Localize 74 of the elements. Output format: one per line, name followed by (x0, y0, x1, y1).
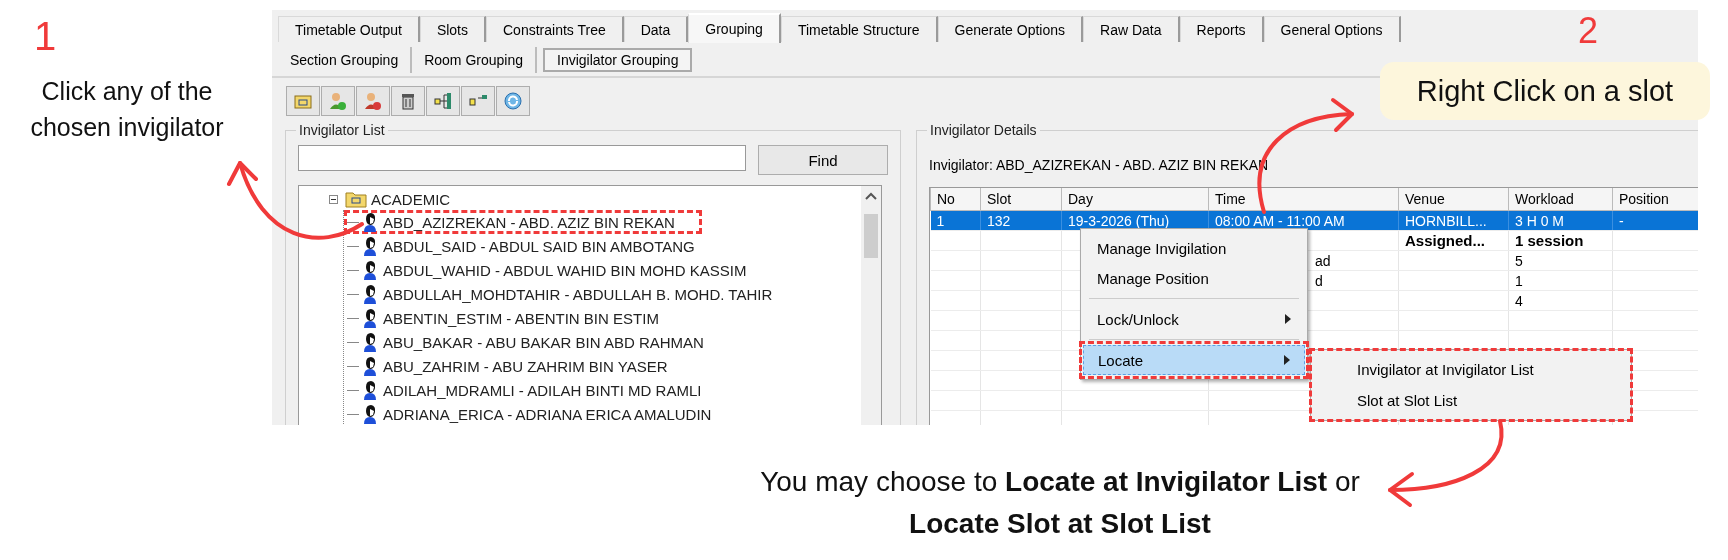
tab[interactable]: Reports (1179, 16, 1264, 42)
chevron-up-icon (865, 192, 877, 200)
toolbar-button[interactable] (356, 86, 390, 116)
tree-item[interactable]: ABD_AZIZREKAN - ABD. AZIZ BIN REKAN (344, 210, 702, 234)
table-cell: HORNBILL... (1405, 212, 1487, 229)
column-header[interactable]: Position (1612, 188, 1698, 211)
scrollbar-thumb[interactable] (864, 214, 878, 258)
group-title: Invigilator List (296, 122, 388, 138)
tab[interactable]: Generate Options (937, 16, 1084, 42)
table-cell: 08:00 AM - 11:00 AM (1215, 212, 1345, 229)
menu-item[interactable]: Slot at Slot List (1311, 385, 1631, 416)
refresh-icon (502, 90, 524, 112)
collapse-toggle[interactable] (329, 194, 338, 204)
column-header[interactable]: No (930, 188, 981, 211)
tab[interactable]: Section Grouping (278, 47, 413, 73)
callout-text: Right Click on a slot (1380, 62, 1710, 120)
table-cell: 4 (1508, 290, 1613, 311)
tab[interactable]: Timetable Structure (780, 16, 938, 42)
hierarchy-icon (432, 90, 454, 112)
toolbar-button[interactable] (391, 86, 425, 116)
person-icon (361, 404, 379, 424)
table-cell: 1 session (1508, 230, 1613, 251)
search-field[interactable] (298, 145, 746, 171)
tab[interactable]: Grouping (688, 13, 781, 43)
tree-item[interactable]: ACADEMIC (371, 190, 451, 208)
find-button[interactable]: Find (758, 145, 888, 175)
person-icon (361, 284, 379, 304)
toolbar-button[interactable] (426, 86, 460, 116)
step-number: 2 (1578, 10, 1599, 52)
table-cell: 5 (1508, 250, 1613, 271)
table-cell: 1 (936, 212, 945, 229)
toolbar-button[interactable] (496, 86, 530, 116)
tab[interactable]: General Options (1263, 16, 1401, 42)
menu-item[interactable]: Lock/Unlock (1083, 304, 1305, 334)
person-icon (361, 380, 379, 400)
tab[interactable]: Data (623, 16, 689, 42)
tab[interactable]: Slots (419, 16, 486, 42)
instruction-text: Click any of the chosen invigilator (29, 76, 225, 143)
submenu-arrow-icon (1284, 355, 1290, 365)
tab[interactable]: Invigilator Grouping (543, 48, 693, 72)
table-cell: 3 H 0 M (1515, 212, 1564, 229)
step-number: 1 (34, 14, 57, 59)
column-header[interactable]: Time (1208, 188, 1399, 211)
table-cell: 1 (1508, 270, 1613, 291)
table-cell: Assigned... (1398, 230, 1509, 251)
group-title: Invigilator Details (927, 122, 1040, 138)
person-icon (361, 212, 379, 232)
person-icon (361, 260, 379, 280)
person-add-icon (327, 90, 349, 112)
person-icon (361, 332, 379, 352)
person-icon (361, 308, 379, 328)
toolbar-button[interactable] (461, 86, 495, 116)
tab[interactable]: Constraints Tree (486, 16, 624, 42)
tab[interactable]: Timetable Output (278, 16, 420, 42)
instruction-text: You may choose to Locate at Invigilator List or Locate Slot at Slot List (760, 465, 1360, 541)
column-header[interactable]: Slot (980, 188, 1062, 211)
scrollbar[interactable] (861, 186, 881, 425)
menu-item[interactable]: Invigilator at Invigilator List (1311, 354, 1631, 385)
folder-icon (345, 190, 367, 208)
table-cell: 132 (987, 212, 1011, 229)
table-cell: - (1619, 212, 1624, 229)
person-icon (361, 356, 379, 376)
person-icon (361, 236, 379, 256)
column-header[interactable]: Venue (1398, 188, 1509, 211)
toolbar-button[interactable] (286, 86, 320, 116)
toolbar-button[interactable] (321, 86, 355, 116)
tab[interactable]: Room Grouping (412, 47, 537, 73)
column-header[interactable]: Workload (1508, 188, 1613, 211)
selected-row[interactable]: 1 132 19-3-2026 (Thu) 08:00 AM - 11:00 AM HORNBILL... 3 H 0 M - (930, 210, 1698, 231)
tab[interactable]: Raw Data (1083, 16, 1180, 42)
person-remove-icon (362, 90, 384, 112)
column-header[interactable]: Day (1061, 188, 1209, 211)
submenu-arrow-icon (1285, 314, 1291, 324)
table-cell: 19-3-2026 (Thu) (1068, 212, 1170, 229)
